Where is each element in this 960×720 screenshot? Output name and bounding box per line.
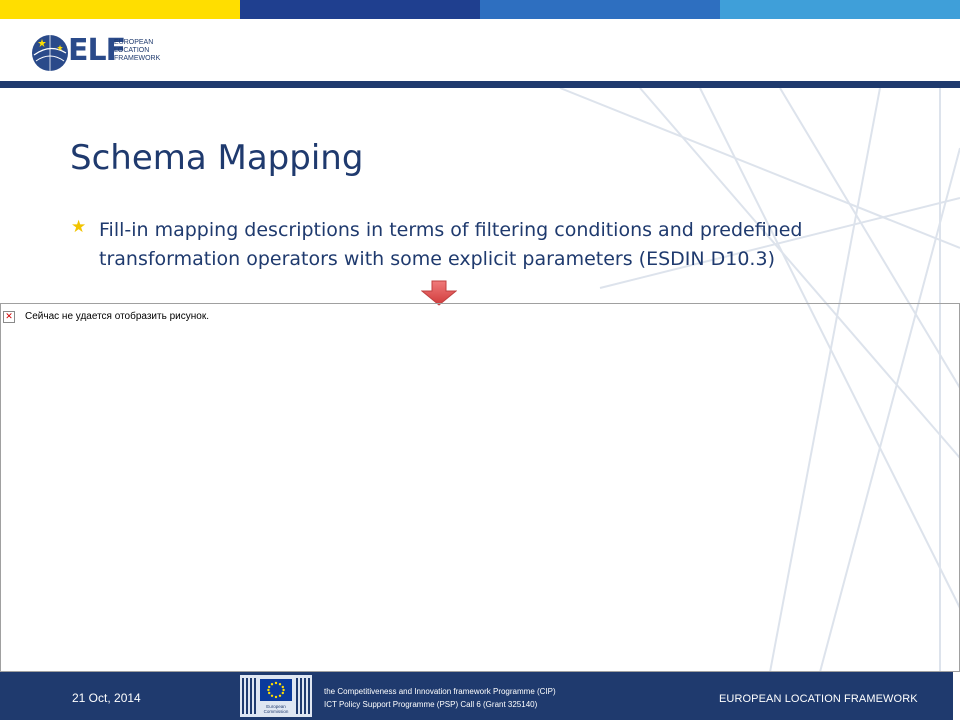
footer-date: 21 Oct, 2014 — [72, 691, 141, 705]
globe-stars-icon — [32, 35, 68, 71]
logo-subtitle: EUROPEAN LOCATION FRAMEWORK — [114, 39, 184, 63]
broken-image-message: Сейчас не удается отобразить рисунок. — [25, 311, 209, 322]
footer-framework: EUROPEAN LOCATION FRAMEWORK — [719, 693, 918, 705]
ec-logo-label: Commission — [264, 709, 289, 714]
broken-image-icon: ✕ — [3, 311, 15, 323]
broken-image-placeholder: ✕ Сейчас не удается отобразить рисунок. — [0, 303, 960, 672]
top-color-bar — [0, 0, 960, 19]
footer-edge — [953, 672, 960, 720]
star-icon: ★ — [71, 217, 87, 237]
programme-line: ICT Policy Support Programme (PSP) Call … — [324, 700, 538, 709]
top-bar-yellow — [0, 0, 240, 19]
slide-footer: 21 Oct, 2014 European Commission the Com… — [0, 672, 960, 720]
programme-line: the Competitiveness and Innovation frame… — [324, 687, 556, 696]
top-bar-light-blue — [720, 0, 960, 19]
top-bar-dark-blue — [240, 0, 480, 19]
logo-subtitle-line: LOCATION — [114, 47, 150, 54]
header-rule — [0, 81, 960, 88]
logo-subtitle-line: EUROPEAN — [114, 39, 154, 46]
logo-subtitle-line: FRAMEWORK — [114, 55, 161, 62]
page-title: Schema Mapping — [70, 138, 364, 178]
european-commission-logo: European Commission — [240, 675, 312, 717]
elf-logo: ELF EUROPEAN LOCATION FRAMEWORK — [30, 31, 170, 75]
bullet-text: Fill-in mapping descriptions in terms of… — [99, 219, 803, 270]
programme-text: the Competitiveness and Innovation frame… — [324, 685, 556, 711]
top-bar-blue — [480, 0, 720, 19]
